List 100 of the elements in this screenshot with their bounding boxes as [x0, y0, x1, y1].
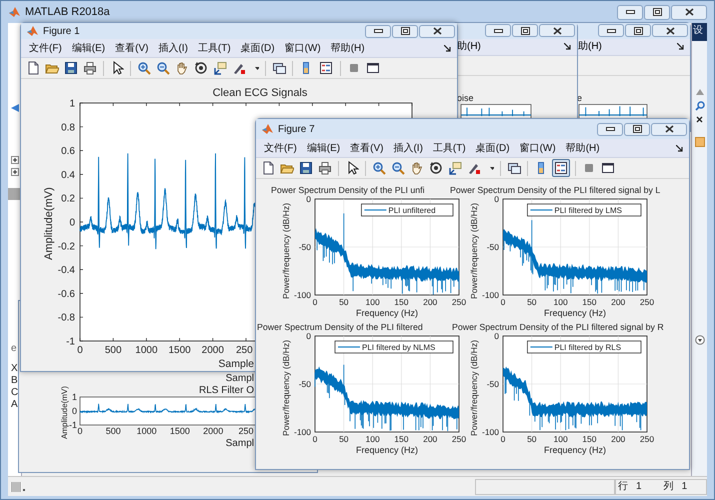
tick-label: 1000 — [135, 345, 158, 356]
dock-arrow-icon[interactable] — [564, 43, 571, 50]
axis-label: Frequency (Hz) — [356, 445, 418, 455]
brush-icon — [232, 61, 246, 75]
menu-item[interactable]: 编辑(E) — [306, 140, 340, 156]
dropdown-icon[interactable] — [694, 335, 704, 345]
menu-item[interactable]: 工具(T) — [432, 140, 466, 156]
menu-item[interactable]: 帮助(H) — [566, 140, 600, 156]
chart-title: Power Spectrum Density of the PLI filtered signal by L — [450, 185, 660, 195]
minimize-button[interactable] — [597, 122, 623, 136]
save-icon — [64, 61, 78, 75]
dock-arrow-icon[interactable] — [444, 44, 451, 52]
window-title: Figure 7 — [278, 122, 315, 136]
tick-label: 0.6 — [61, 146, 75, 158]
rotate-button[interactable] — [428, 160, 444, 176]
chart-title: RLS Filter O — [198, 385, 254, 396]
legend-line — [338, 346, 360, 348]
close-button[interactable] — [419, 24, 455, 38]
rotate-button[interactable] — [193, 60, 209, 76]
zoom-out-button[interactable] — [390, 160, 406, 176]
minimize-button[interactable] — [598, 24, 624, 38]
print-button[interactable] — [82, 60, 98, 76]
close-button[interactable] — [539, 24, 575, 38]
zoom-in-button[interactable] — [371, 160, 387, 176]
search-icon[interactable] — [694, 101, 704, 111]
zoom-out-button[interactable] — [155, 60, 171, 76]
menu-item[interactable]: 窗口(W) — [284, 40, 321, 56]
maximize-button[interactable] — [392, 24, 418, 38]
maximize-button[interactable] — [644, 4, 670, 20]
print-button[interactable] — [317, 160, 333, 176]
restore-icon — [520, 26, 530, 35]
tick-label: 1500 — [168, 345, 191, 356]
maximize-button[interactable] — [625, 24, 651, 38]
menu-item[interactable]: 帮助(H) — [330, 40, 365, 56]
tick-label: 150 — [582, 434, 596, 444]
menu-item[interactable]: 助(H) — [457, 39, 481, 54]
back-arrow-icon — [10, 103, 20, 113]
close-button[interactable] — [671, 4, 707, 20]
close-button[interactable] — [651, 122, 687, 136]
window-button[interactable] — [365, 60, 381, 76]
tick-label: 0 — [306, 331, 311, 341]
print-icon — [83, 61, 97, 75]
menu-item[interactable]: 窗口(W) — [520, 140, 556, 156]
save-button[interactable] — [298, 160, 314, 176]
window-button[interactable] — [600, 160, 616, 176]
minimize-button[interactable] — [617, 4, 643, 20]
minimize-button[interactable] — [485, 24, 511, 38]
row-value: 1 — [636, 480, 642, 494]
save-button[interactable] — [63, 60, 79, 76]
close-icon[interactable] — [696, 116, 703, 123]
menu-item[interactable]: 文件(F) — [264, 140, 297, 156]
menu-item[interactable]: 桌面(D) — [240, 40, 275, 56]
menu-item[interactable]: 工具(T) — [198, 40, 231, 56]
linked-monitor-button[interactable] — [506, 160, 522, 176]
menu-item[interactable]: 插入(I) — [158, 40, 188, 56]
tick-label: 200 — [611, 434, 626, 444]
dock-arrow-icon[interactable] — [677, 43, 684, 50]
chart-title: Clean ECG Signals — [212, 87, 308, 99]
tick-label: 50 — [339, 434, 349, 444]
maximize-button[interactable] — [512, 24, 538, 38]
linked-monitor-icon — [272, 61, 286, 75]
close-icon — [684, 8, 694, 16]
menu-item[interactable]: 查看(V) — [350, 140, 384, 156]
tick-label: -100 — [482, 290, 499, 300]
menu-item[interactable]: 编辑(E) — [72, 40, 106, 56]
legend-button[interactable] — [552, 159, 570, 177]
minimize-button[interactable] — [365, 24, 391, 38]
save-icon — [299, 161, 313, 175]
close-button[interactable] — [652, 24, 688, 38]
minimize-icon — [606, 127, 614, 131]
tab-label[interactable]: 设 — [692, 23, 707, 41]
menu-item[interactable]: 助(H) — [578, 39, 602, 54]
dock-arrow-icon[interactable] — [676, 144, 683, 152]
menu-item[interactable]: 查看(V) — [115, 40, 148, 56]
tick-label: -0.4 — [58, 265, 75, 276]
tick-label: 0 — [494, 331, 499, 341]
data-cursor-button[interactable] — [447, 160, 463, 176]
maximize-button[interactable] — [624, 122, 650, 136]
logo-icon — [27, 26, 38, 36]
tick-label: 1 — [69, 98, 75, 110]
tick-label: -100 — [294, 427, 311, 437]
tick-label: 200 — [611, 297, 626, 307]
zoom-in-button[interactable] — [136, 60, 152, 76]
menu-item[interactable]: 插入(I) — [393, 140, 423, 156]
legend-button[interactable] — [317, 59, 335, 77]
axis-label: Amplitude(mV) — [43, 187, 55, 260]
menu-item[interactable]: 文件(F) — [29, 40, 62, 56]
chart-title: Power Spectrum Density of the PLI filtered signal by R — [452, 322, 664, 332]
menu-item[interactable]: 桌面(D) — [476, 140, 510, 156]
data-cursor-icon — [213, 61, 227, 75]
data-cursor-button[interactable] — [212, 60, 228, 76]
tick-label: 0 — [494, 194, 499, 204]
print-icon — [318, 161, 332, 175]
new-file-icon — [26, 61, 40, 75]
legend-icon — [319, 61, 333, 75]
legend-icon — [554, 161, 568, 175]
tick-label: -0.8 — [58, 312, 75, 324]
linked-monitor-button[interactable] — [271, 60, 287, 76]
tick-label: -50 — [486, 379, 499, 389]
hand-icon — [175, 61, 189, 75]
